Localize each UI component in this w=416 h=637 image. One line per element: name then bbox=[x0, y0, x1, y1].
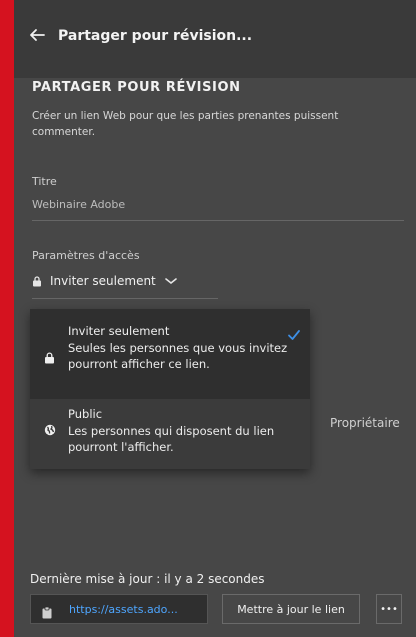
access-select-value: Inviter seulement bbox=[50, 274, 156, 288]
chevron-down-icon bbox=[164, 276, 178, 286]
title-underline bbox=[32, 220, 404, 221]
title-input[interactable]: Webinaire Adobe bbox=[32, 198, 125, 211]
lock-icon bbox=[32, 276, 42, 287]
owner-label: Propriétaire bbox=[330, 416, 400, 430]
dropdown-option-invite-only[interactable]: Inviter seulement Seules les personnes q… bbox=[30, 309, 310, 399]
access-settings-label: Paramètres d'accès bbox=[32, 249, 140, 262]
link-actions-row: https://assets.ado... Mettre à jour le l… bbox=[30, 594, 416, 624]
section-description: Créer un lien Web pour que les parties p… bbox=[32, 110, 339, 138]
title-label: Titre bbox=[32, 175, 57, 188]
panel-header: Partager pour révision... bbox=[14, 0, 416, 78]
globe-icon bbox=[44, 421, 56, 436]
link-url-text[interactable]: https://assets.ado... bbox=[69, 603, 178, 616]
checkmark-icon bbox=[286, 327, 302, 343]
option-description: Les personnes qui disposent du lien pour… bbox=[68, 424, 275, 454]
access-dropdown-menu: Inviter seulement Seules les personnes q… bbox=[30, 309, 310, 469]
section-title: PARTAGER POUR RÉVISION bbox=[32, 80, 241, 95]
lock-icon bbox=[44, 349, 56, 364]
header-title: Partager pour révision... bbox=[58, 28, 253, 44]
option-description: Seules les personnes que vous invitez po… bbox=[68, 341, 288, 371]
back-arrow-icon[interactable] bbox=[28, 26, 48, 46]
share-panel: Partager pour révision... PARTAGER POUR … bbox=[14, 0, 416, 637]
more-options-button[interactable]: ••• bbox=[376, 594, 402, 624]
access-select[interactable]: Inviter seulement bbox=[32, 274, 178, 288]
access-underline bbox=[32, 298, 218, 299]
link-url-field[interactable]: https://assets.ado... bbox=[30, 594, 208, 624]
dropdown-option-public[interactable]: Public Les personnes qui disposent du li… bbox=[30, 399, 310, 469]
last-updated-text: Dernière mise à jour : il y a 2 secondes bbox=[30, 572, 265, 586]
update-link-button[interactable]: Mettre à jour le lien bbox=[222, 594, 360, 624]
clipboard-icon[interactable] bbox=[41, 604, 53, 619]
option-title: Public bbox=[68, 407, 103, 421]
option-title: Inviter seulement bbox=[68, 324, 170, 338]
